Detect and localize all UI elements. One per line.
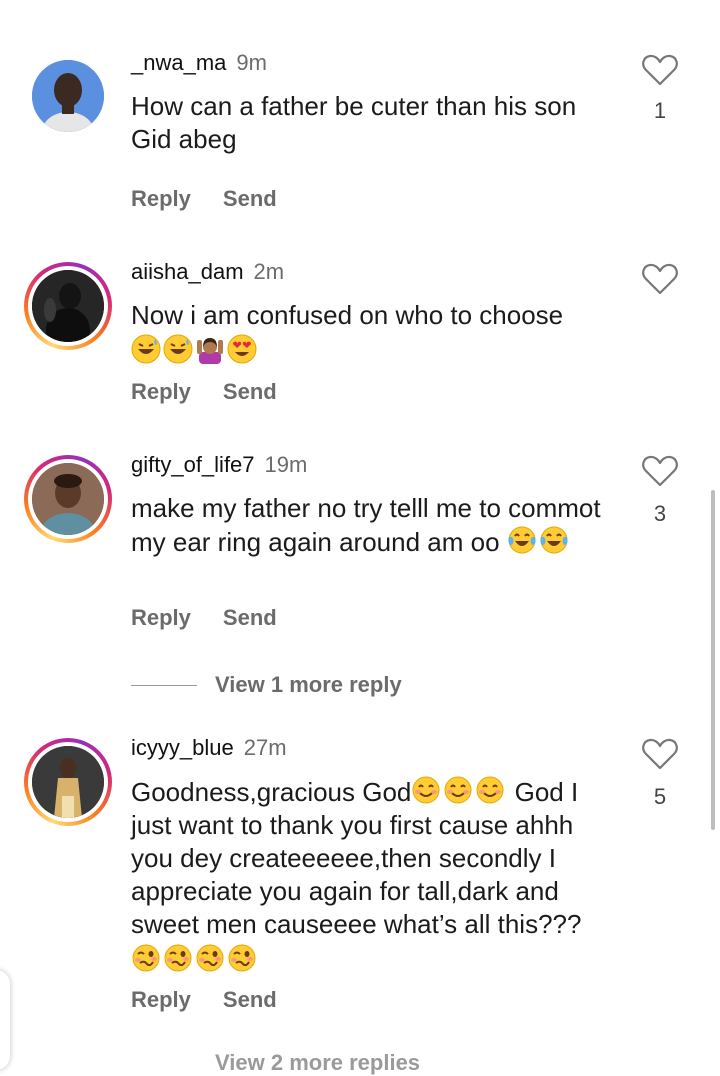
reply-button[interactable]: Reply — [131, 186, 191, 212]
avatar[interactable] — [24, 52, 112, 140]
comment-actions: Reply Send — [131, 605, 277, 631]
reply-button[interactable]: Reply — [131, 987, 191, 1013]
like-count: 5 — [653, 784, 667, 809]
profile-photo — [32, 60, 104, 132]
send-button[interactable]: Send — [223, 379, 277, 405]
timestamp: 9m — [236, 50, 267, 75]
view-more-replies-cutoff[interactable]: View 2 more replies — [215, 1050, 420, 1076]
send-button[interactable]: Send — [223, 186, 277, 212]
smiling-blush-emoji — [476, 776, 504, 804]
view-more-replies-label[interactable]: View 1 more reply — [215, 672, 402, 698]
grinning-sweat-emoji — [131, 334, 161, 364]
comment-header: gifty_of_life7 19m — [131, 452, 307, 478]
comment-actions: Reply Send — [131, 379, 277, 405]
grinning-sweat-emoji — [163, 334, 193, 364]
woozy-face-emoji — [132, 944, 160, 972]
person-raising-hands-emoji — [197, 338, 223, 364]
comment-header: aiisha_dam 2m — [131, 259, 284, 285]
like-count: 1 — [653, 98, 667, 123]
timestamp: 27m — [243, 735, 287, 760]
reply-button[interactable]: Reply — [131, 379, 191, 405]
smiling-blush-emoji — [444, 776, 472, 804]
heart-icon[interactable] — [642, 455, 678, 487]
username[interactable]: icyyy_blue — [131, 735, 234, 760]
scrollbar[interactable] — [711, 490, 715, 830]
heart-icon[interactable] — [642, 738, 678, 770]
woozy-face-emoji — [196, 944, 224, 972]
reply-button[interactable]: Reply — [131, 605, 191, 631]
comment-text-block: Goodness,gracious God God I just want to… — [131, 775, 611, 977]
username[interactable]: _nwa_ma — [131, 50, 226, 75]
profile-photo — [32, 746, 104, 818]
heart-icon[interactable] — [642, 54, 678, 86]
like-count: 3 — [653, 501, 667, 526]
username[interactable]: gifty_of_life7 — [131, 452, 255, 477]
comment-header: _nwa_ma 9m — [131, 50, 267, 76]
profile-photo — [32, 270, 104, 342]
comment-text: Goodness,gracious God — [131, 777, 412, 807]
send-button[interactable]: Send — [223, 987, 277, 1013]
tears-of-joy-emoji — [540, 526, 568, 554]
timestamp: 19m — [264, 452, 308, 477]
send-button[interactable]: Send — [223, 605, 277, 631]
smiling-blush-emoji — [412, 776, 440, 804]
username[interactable]: aiisha_dam — [131, 259, 244, 284]
timestamp: 2m — [253, 259, 285, 284]
profile-photo — [32, 463, 104, 535]
avatar-story-ring[interactable] — [24, 262, 112, 350]
tears-of-joy-emoji — [508, 526, 536, 554]
avatar-story-ring[interactable] — [24, 455, 112, 543]
comment-actions: Reply Send — [131, 987, 277, 1013]
emoji-row — [131, 334, 621, 368]
comment-text: How can a father be cuter than his son G… — [131, 91, 577, 154]
comment-actions: Reply Send — [131, 186, 277, 212]
comment-text-block: make my father no try telll me to commot… — [131, 492, 611, 559]
woozy-face-emoji — [164, 944, 192, 972]
comment-text-block: Now i am confused on who to choose — [131, 299, 621, 368]
emoji-row — [131, 943, 611, 977]
divider-line — [131, 685, 197, 686]
avatar-story-ring[interactable] — [24, 738, 112, 826]
comment-header: icyyy_blue 27m — [131, 735, 287, 761]
floating-panel-edge — [0, 970, 10, 1070]
heart-eyes-emoji — [227, 334, 257, 364]
comment-text: Now i am confused on who to choose — [131, 300, 564, 330]
heart-icon[interactable] — [642, 263, 678, 295]
woozy-face-emoji — [228, 944, 256, 972]
